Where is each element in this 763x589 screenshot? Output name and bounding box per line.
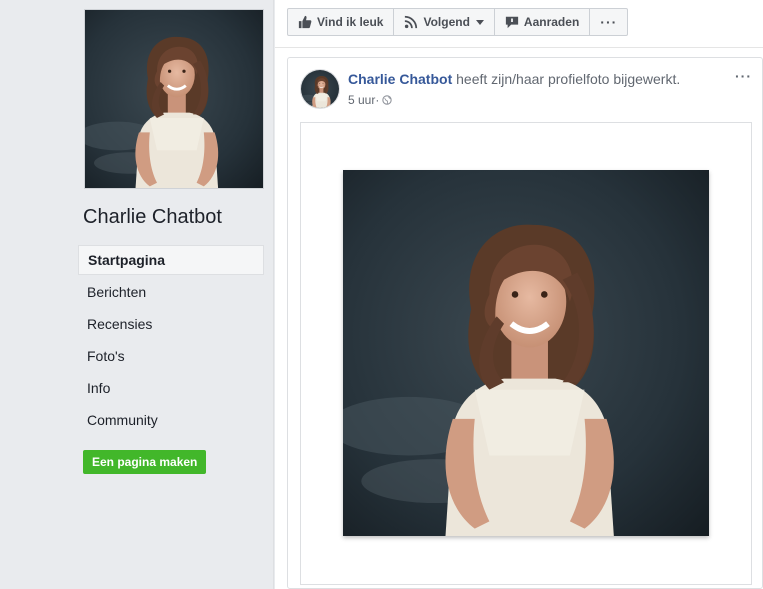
left-column: Charlie Chatbot Startpagina Berichten Re… [0, 0, 274, 589]
like-button[interactable]: Vind ik leuk [288, 9, 395, 35]
post-timestamp[interactable]: 5 uur [348, 93, 375, 107]
page-action-bar: Vind ik leuk Volgend Aanraden ··· [287, 8, 629, 36]
profile-picture[interactable] [84, 9, 264, 189]
header-divider [275, 47, 763, 48]
post-photo-image [343, 170, 709, 536]
post-meta: 5 uur · [348, 93, 393, 107]
like-button-label: Vind ik leuk [317, 15, 384, 29]
rss-icon [405, 15, 418, 29]
post-author-link[interactable]: Charlie Chatbot [348, 71, 452, 87]
chevron-down-icon [475, 19, 484, 25]
meta-separator: · [375, 93, 380, 107]
page-title[interactable]: Charlie Chatbot [83, 206, 222, 229]
nav-item-community[interactable]: Community [78, 405, 264, 435]
post-media-frame [300, 122, 752, 585]
follow-button-label: Volgend [423, 15, 470, 29]
post-options-icon[interactable]: ··· [735, 68, 752, 84]
globe-icon[interactable] [382, 95, 393, 105]
post-author-avatar[interactable] [300, 69, 340, 109]
main-content: Vind ik leuk Volgend Aanraden ··· Charli… [275, 0, 763, 589]
profile-photo-image [85, 10, 263, 188]
post-header: Charlie Chatbot heeft zijn/haar profielf… [348, 71, 680, 87]
speech-bubble-icon [505, 16, 519, 29]
nav-item-recensies[interactable]: Recensies [78, 309, 264, 339]
post-card: Charlie Chatbot heeft zijn/haar profielf… [287, 57, 763, 589]
more-options-label: ··· [600, 14, 618, 30]
recommend-button-label: Aanraden [523, 15, 580, 29]
nav-item-startpagina[interactable]: Startpagina [78, 245, 264, 275]
create-page-button[interactable]: Een pagina maken [83, 450, 207, 474]
nav-item-berichten[interactable]: Berichten [78, 277, 264, 307]
recommend-button[interactable]: Aanraden [495, 9, 591, 35]
thumbs-up-icon [298, 15, 312, 29]
nav-item-fotos[interactable]: Foto's [78, 341, 264, 371]
page-nav: Startpagina Berichten Recensies Foto's I… [78, 245, 264, 437]
follow-button[interactable]: Volgend [394, 9, 495, 35]
nav-item-info[interactable]: Info [78, 373, 264, 403]
more-options-button[interactable]: ··· [590, 9, 627, 35]
avatar-image [301, 70, 339, 108]
post-photo[interactable] [343, 170, 709, 536]
post-action-text: heeft zijn/haar profielfoto bijgewerkt. [452, 71, 681, 87]
